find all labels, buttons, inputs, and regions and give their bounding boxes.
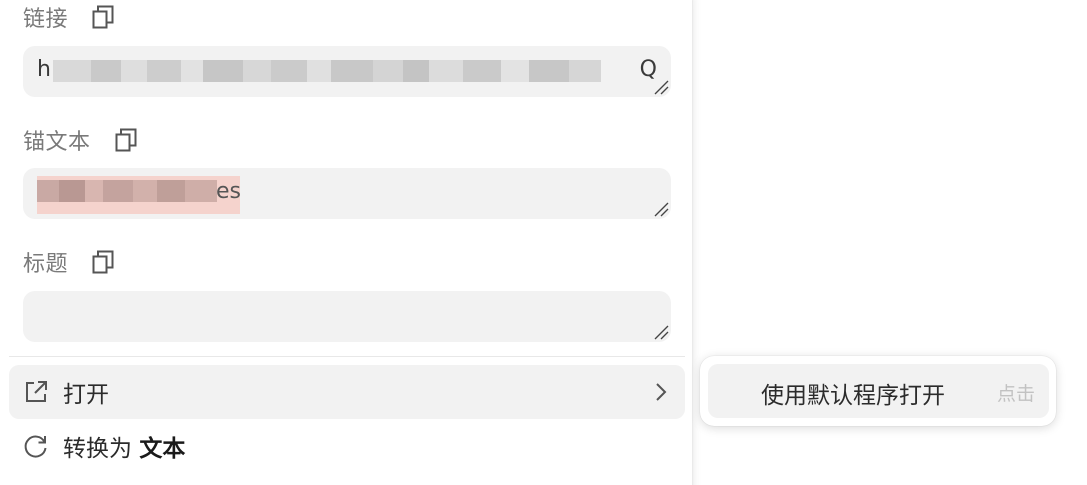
menu-divider [9,356,685,357]
link-properties-panel: 链接 h Q 锚文本 es 标题 打开 转换为 文本 [0,0,692,485]
refresh-icon [22,432,50,460]
copy-title-button[interactable] [90,248,116,276]
anchor-text-label-row: 锚文本 [23,124,139,156]
open-with-default-app-label: 使用默认程序打开 [761,383,945,409]
convert-target: 文本 [139,436,186,462]
link-label: 链接 [23,7,69,32]
link-field[interactable]: h Q [23,46,671,97]
open-submenu: 使用默认程序打开 点击 [700,356,1056,426]
click-hint: 点击 [996,383,1035,405]
copy-icon [92,5,114,29]
page: 链接 h Q 锚文本 es 标题 打开 转换为 文本 使用默认程序打开 点击 [0,0,1087,485]
convert-prefix: 转换为 [63,436,132,462]
title-label-row: 标题 [23,246,116,278]
link-value-start: h [37,57,51,82]
open-menu-label: 打开 [63,382,109,408]
title-field[interactable] [23,291,671,342]
anchor-text-field[interactable]: es [23,168,671,219]
open-with-default-app-item[interactable]: 使用默认程序打开 点击 [708,364,1049,418]
open-menu-item[interactable]: 打开 [9,365,685,419]
anchor-text-label: 锚文本 [23,130,91,155]
resize-grip-icon[interactable] [653,201,669,217]
copy-link-button[interactable] [90,3,116,31]
redacted-link-text [53,60,601,82]
copy-icon [92,250,114,274]
chevron-right-icon [656,383,667,401]
resize-grip-icon[interactable] [653,79,669,95]
convert-menu-label: 转换为 文本 [63,429,185,463]
copy-anchor-text-button[interactable] [113,126,139,154]
external-link-icon [22,378,50,406]
resize-grip-icon[interactable] [653,324,669,340]
anchor-text-value-end: es [216,179,241,204]
copy-icon [115,128,137,152]
title-label: 标题 [23,252,69,277]
convert-to-text-menu-item[interactable]: 转换为 文本 [9,419,685,473]
redacted-anchor-text [37,180,217,202]
link-label-row: 链接 [23,1,116,33]
